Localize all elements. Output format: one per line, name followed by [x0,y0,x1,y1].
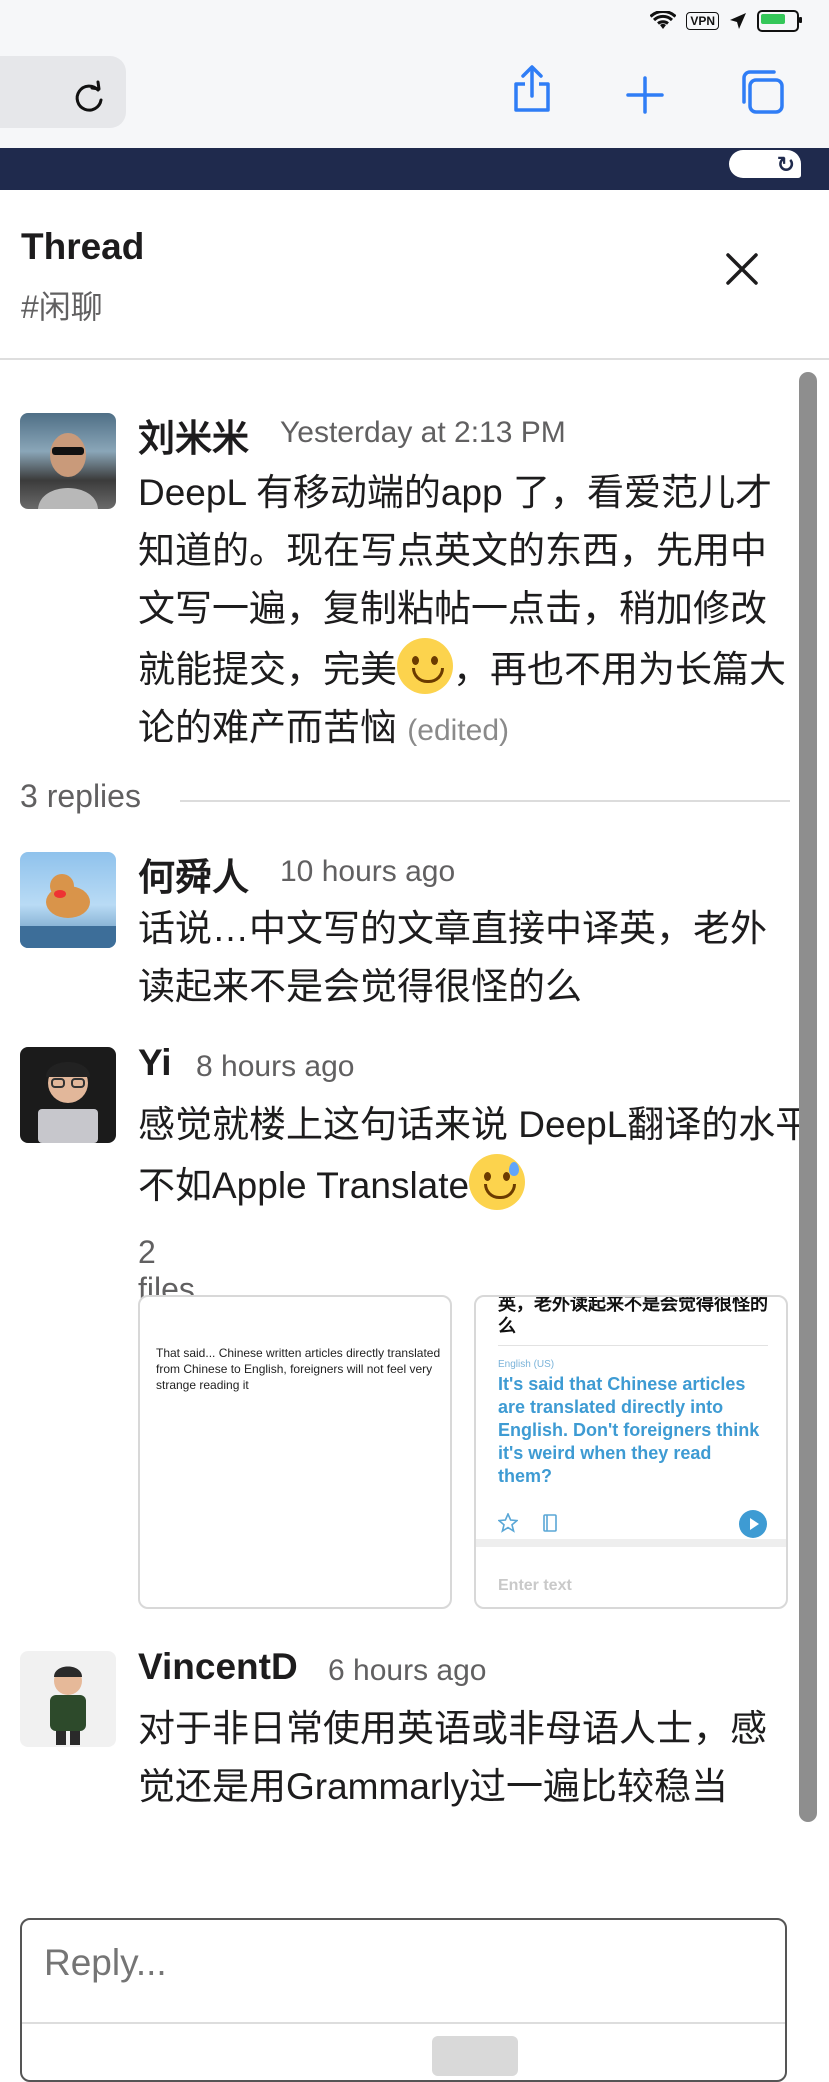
composer-toolbar-button[interactable] [432,2036,518,2076]
status-icons: VPN [650,10,802,32]
reload-icon[interactable] [72,78,106,114]
edited-label: (edited) [407,714,509,747]
location-arrow-icon [730,13,746,29]
divider-line [180,800,790,802]
timestamp[interactable]: 10 hours ago [280,855,455,889]
avatar[interactable] [20,413,116,509]
file-translation-text: It's said that Chinese articles are tran… [498,1374,760,1486]
battery-icon [757,10,802,32]
file-thumbnail[interactable]: 英，老外读起来不是会觉得很怪的么 English (US) It's said … [474,1295,788,1609]
timestamp[interactable]: 6 hours ago [328,1654,486,1688]
snooze-icon: ↻ [776,152,795,177]
file-language-label: English (US) [498,1359,555,1370]
author-name[interactable]: Yi [138,1042,172,1084]
thread-header: Thread #闲聊 [0,190,829,360]
avatar[interactable] [20,1047,116,1143]
status-bar: VPN [0,0,829,46]
close-icon[interactable] [725,252,759,286]
workspace-banner: ↻ [0,148,829,190]
message-text: 对于非日常使用英语或非母语人士，感觉还是用Grammarly过一遍比较稳当 [138,1708,767,1807]
file-enter-text: Enter text [498,1577,572,1594]
author-name[interactable]: 刘米米 [138,408,249,462]
channel-name[interactable]: #闲聊 [21,282,103,328]
book-icon [543,1514,557,1532]
avatar[interactable] [20,1651,116,1747]
play-icon [739,1510,767,1538]
message-text: 话说…中文写的文章直接中译英，老外读起来不是会觉得很怪的么 [138,908,767,1007]
browser-toolbar [0,46,829,148]
new-tab-plus-icon[interactable] [626,76,664,114]
vpn-badge: VPN [686,12,719,30]
page-title: Thread [21,226,145,267]
reply-composer [20,1918,787,2082]
message-text: DeepL 有移动端的app 了，看爱范儿才知道的。现在写点英文的东西，先用中文… [138,464,798,760]
file-action-icons [498,1509,768,1539]
smile-emoji [397,638,453,694]
scrollbar[interactable] [799,372,817,1822]
composer-divider [22,2022,785,2024]
author-name[interactable]: 何舜人 [138,847,249,901]
sweat-smile-emoji [469,1154,526,1210]
wifi-icon [650,11,677,29]
replies-divider: 3 replies [20,778,790,815]
replies-count: 3 replies [20,778,141,814]
star-icon [498,1513,518,1533]
file-preview-text: That said... Chinese written articles di… [156,1346,441,1392]
reply-input[interactable] [44,1942,744,1984]
message-text: 感觉就楼上这句话来说 DeepL翻译的水平不如Apple Translate [138,1096,818,1215]
timestamp[interactable]: 8 hours ago [196,1050,354,1084]
file-divider [476,1539,786,1547]
file-source-text: 英，老外读起来不是会觉得很怪的么 [498,1295,768,1336]
avatar[interactable] [20,852,116,948]
author-name[interactable]: VincentD [138,1646,298,1688]
file-thumbnail[interactable]: That said... Chinese written articles di… [138,1295,452,1609]
address-bar[interactable] [0,56,126,128]
tabs-icon[interactable] [738,68,786,116]
timestamp[interactable]: Yesterday at 2:13 PM [280,416,566,450]
share-icon[interactable] [512,64,552,114]
